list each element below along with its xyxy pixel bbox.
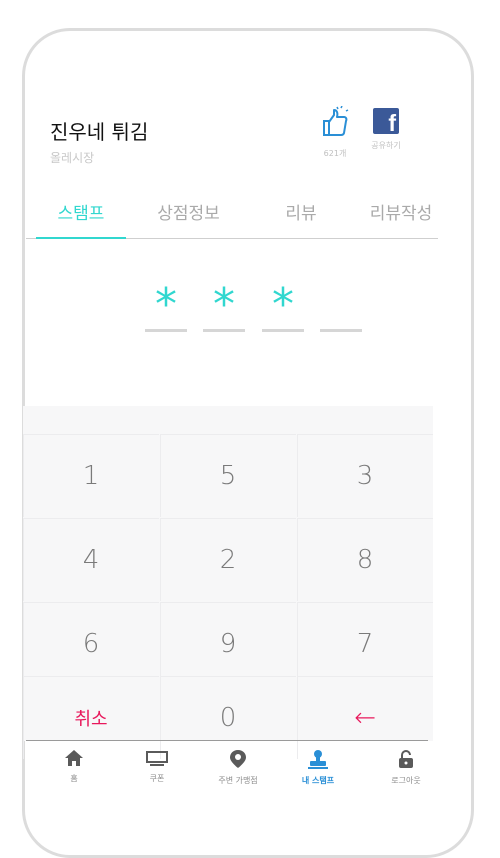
stamp-icon [308,750,328,769]
key-9[interactable]: 9 [160,602,296,685]
facebook-share-button[interactable]: f 공유하기 [363,106,409,151]
key-4[interactable]: 4 [23,518,159,601]
key-2[interactable]: 2 [160,518,296,601]
store-market: 올레시장 [50,151,95,165]
nav-nearby[interactable]: 주변 가맹점 [203,749,273,786]
share-label: 공유하기 [371,141,401,150]
tab-store-info[interactable]: 상점정보 [141,200,236,238]
coupon-icon [146,751,168,766]
home-icon [65,750,83,766]
location-pin-icon [230,750,246,768]
key-1[interactable]: 1 [23,434,159,517]
key-8[interactable]: 8 [297,518,433,601]
key-7[interactable]: 7 [297,602,433,685]
nav-logout[interactable]: 로그아웃 [371,749,441,786]
tab-bar: 스탬프 상점정보 리뷰 리뷰작성 [26,200,438,239]
like-count: 621개 [323,149,347,158]
key-3[interactable]: 3 [297,434,433,517]
pin-slot-3: * [262,280,304,332]
lock-icon [399,750,413,768]
key-6[interactable]: 6 [23,602,159,685]
tab-review[interactable]: 리뷰 [271,200,331,238]
number-keypad: 1 5 3 4 2 8 6 9 7 취소 0 ← [23,406,433,741]
pin-slot-2: * [203,280,245,332]
bottom-navigation: 홈 쿠폰 주변 가맹점 내 스탬프 로그아웃 [26,740,428,801]
thumbs-up-icon [323,105,349,136]
pin-slot-1: * [145,280,187,332]
key-5[interactable]: 5 [160,434,296,517]
nav-coupon[interactable]: 쿠폰 [122,749,192,784]
nav-home[interactable]: 홈 [39,749,109,784]
tab-stamp[interactable]: 스탬프 [36,200,126,239]
facebook-icon: f [373,108,399,135]
tab-write-review[interactable]: 리뷰작성 [356,200,446,238]
nav-my-stamp[interactable]: 내 스탬프 [283,749,353,786]
pin-slot-4 [320,280,362,332]
store-name: 진우네 튀김 [50,120,149,144]
like-button[interactable]: 621개 [312,105,358,159]
